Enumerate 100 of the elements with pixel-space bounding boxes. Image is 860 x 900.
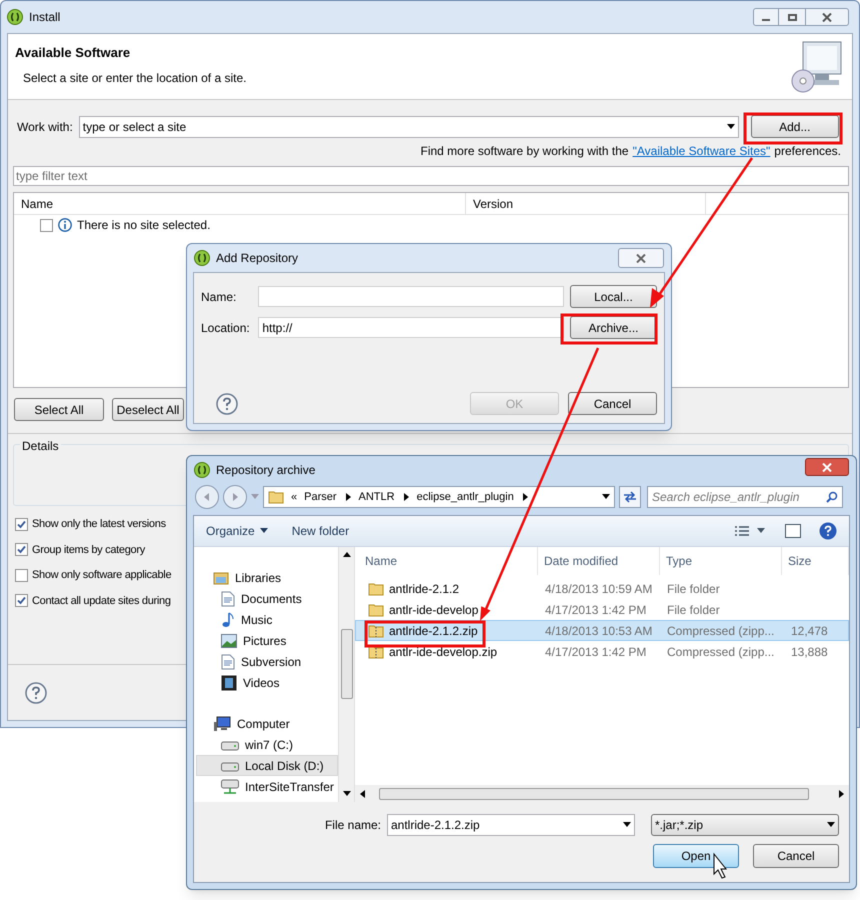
vertical-scrollbar[interactable] — [338, 547, 354, 802]
breadcrumb-arrow-icon — [520, 493, 529, 501]
film-icon — [221, 674, 237, 690]
new-folder-button[interactable]: New folder — [292, 522, 350, 540]
file-row[interactable]: antlride-2.1.2 4/18/2013 10:59 AM File folder — [355, 578, 849, 599]
refresh-button[interactable] — [619, 486, 641, 508]
music-note-icon — [221, 612, 235, 628]
app-logo-icon — [7, 9, 23, 25]
nav-item[interactable]: InterSiteTransfer — [196, 776, 338, 797]
dialog-button[interactable]: Cancel — [753, 844, 839, 868]
nav-item[interactable]: Local Disk (D:) — [196, 755, 338, 776]
nav-item[interactable]: Libraries — [196, 567, 338, 588]
scroll-thumb[interactable] — [340, 629, 352, 699]
app-logo-icon — [194, 462, 210, 478]
option-label: Show only software applicable — [32, 568, 172, 583]
file-size: 13,888 — [790, 644, 828, 660]
table-action-button[interactable]: Deselect All — [112, 398, 184, 421]
drive-icon — [221, 760, 239, 772]
browse-button[interactable]: Local... — [570, 285, 657, 308]
browse-button[interactable]: Archive... — [570, 316, 657, 339]
close-button[interactable] — [805, 458, 849, 476]
document-icon — [221, 590, 235, 606]
file-row[interactable]: antlride-2.1.2.zip 4/18/2013 10:53 AM Compressed (zipp... 12,478 — [355, 620, 849, 641]
checkbox[interactable] — [15, 594, 28, 608]
checkbox[interactable] — [15, 518, 28, 531]
refresh-arrows-icon — [623, 491, 637, 503]
nav-item[interactable]: Subversion — [196, 651, 338, 672]
close-button[interactable] — [805, 8, 849, 26]
field-label: Location: — [201, 320, 251, 336]
site-combobox[interactable]: type or select a site — [78, 116, 739, 138]
minimize-button[interactable] — [753, 8, 779, 26]
preview-pane-icon[interactable] — [785, 524, 801, 538]
help-icon[interactable] — [819, 522, 837, 540]
nav-item[interactable]: Videos — [196, 672, 338, 693]
computer-icon — [213, 716, 231, 732]
file-date: 4/17/2013 1:42 PM — [544, 644, 648, 660]
dropdown-arrow-icon — [602, 493, 610, 501]
checkbox[interactable] — [40, 218, 53, 232]
address-bar[interactable]: « Parser ANTLR eclipse_antlr_plugin — [263, 486, 615, 508]
dialog-button[interactable]: Open — [653, 844, 739, 868]
option-label: Show only the latest versions — [32, 517, 166, 532]
file-row[interactable]: antlr-ide-develop 4/17/2013 1:42 PM File folder — [355, 599, 849, 620]
close-icon — [822, 12, 832, 22]
history-caret-icon — [251, 493, 259, 501]
column-header[interactable]: Name — [355, 547, 538, 575]
checkbox[interactable] — [15, 568, 28, 582]
add-button[interactable]: Add... — [750, 115, 839, 138]
dialog-title: Add Repository — [216, 250, 298, 267]
forward-arrow-icon — [231, 493, 239, 501]
file-date: 4/17/2013 1:42 PM — [544, 602, 648, 618]
column-header[interactable]: Version — [466, 193, 706, 214]
column-header[interactable]: Date modified — [538, 547, 660, 575]
caret-icon — [260, 527, 268, 535]
help-icon[interactable] — [216, 392, 238, 414]
nav-item[interactable]: Documents — [196, 588, 338, 609]
nav-item[interactable]: Music — [196, 609, 338, 630]
column-header[interactable]: Type — [660, 547, 782, 575]
picture-icon — [221, 634, 237, 648]
file-row[interactable]: antlr-ide-develop.zip 4/17/2013 1:42 PM Compressed (zipp... 13,888 — [355, 641, 849, 662]
text-field[interactable] — [258, 286, 564, 307]
text-field[interactable]: http:// — [258, 317, 564, 338]
column-header[interactable]: Size — [782, 547, 849, 575]
horizontal-scrollbar[interactable] — [355, 785, 849, 802]
file-name-label: File name: — [324, 817, 381, 834]
organize-menu[interactable]: Organize — [206, 522, 268, 540]
file-name: antlride-2.1.2.zip — [389, 622, 478, 640]
file-date: 4/18/2013 10:53 AM — [544, 622, 654, 640]
checkbox[interactable] — [15, 543, 28, 556]
column-header[interactable]: Name — [14, 193, 466, 214]
scroll-down-icon — [342, 790, 350, 798]
mouse-cursor-icon — [714, 852, 728, 879]
breadcrumb-item[interactable]: eclipse_antlr_plugin — [416, 488, 514, 506]
nav-item[interactable]: Computer — [196, 713, 338, 734]
option-label: Contact all update sites during — [32, 594, 171, 608]
filter-field[interactable]: type filter text — [13, 166, 849, 186]
zip-folder-icon — [368, 622, 384, 638]
network-drive-icon — [221, 778, 239, 794]
maximize-button[interactable] — [779, 8, 805, 26]
field-label: Name: — [201, 288, 238, 306]
view-options-icon[interactable] — [735, 525, 767, 537]
nav-item[interactable]: Pictures — [196, 630, 338, 651]
breadcrumb-item[interactable]: ANTLR — [358, 488, 395, 506]
search-field[interactable]: Search eclipse_antlr_plugin — [647, 486, 843, 508]
available-software-sites-link[interactable]: "Available Software Sites" — [632, 142, 770, 160]
close-button[interactable] — [618, 248, 664, 268]
work-with-label: Work with: — [17, 118, 73, 136]
nav-item[interactable]: win7 (C:) — [196, 734, 338, 755]
scroll-thumb[interactable] — [379, 788, 809, 800]
folder-icon — [268, 489, 284, 505]
breadcrumb-item[interactable]: Parser — [304, 488, 337, 506]
file-name: antlr-ide-develop.zip — [389, 644, 498, 660]
file-size: 12,478 — [790, 622, 828, 640]
dialog-button[interactable]: Cancel — [568, 392, 657, 415]
help-icon[interactable] — [25, 682, 47, 704]
file-type-combobox[interactable]: *.jar;*.zip — [651, 814, 839, 836]
header-subtitle: Select a site or enter the location of a site. — [22, 70, 246, 86]
file-type: File folder — [666, 602, 721, 618]
table-action-button[interactable]: Select All — [14, 398, 104, 421]
scroll-right-icon — [837, 790, 845, 798]
file-name-combobox[interactable]: antlride-2.1.2.zip — [387, 814, 635, 836]
